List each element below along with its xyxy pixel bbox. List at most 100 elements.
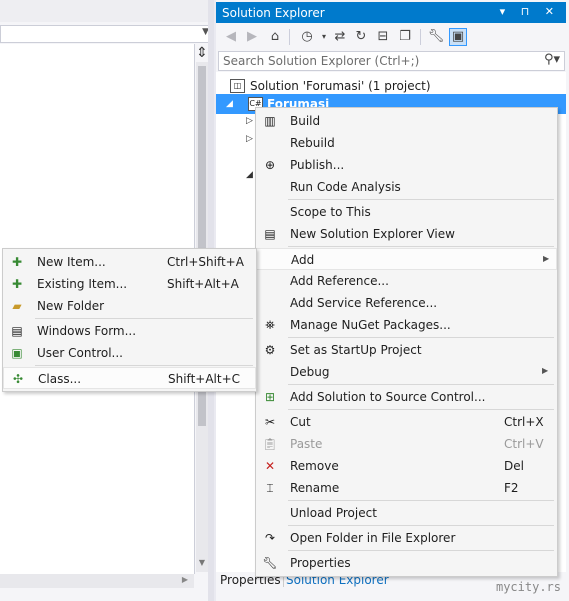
- forward-icon[interactable]: ▶: [243, 28, 261, 46]
- menu-item-shortcut: Shift+Alt+A: [167, 277, 239, 291]
- existing-item-icon: ✚: [11, 277, 23, 291]
- new-folder-icon: ▰: [12, 299, 22, 313]
- menu-item-label: Run Code Analysis: [290, 180, 401, 194]
- menu-item-rebuild[interactable]: Rebuild: [256, 132, 557, 154]
- refresh-icon[interactable]: ↻: [352, 28, 370, 46]
- scroll-down-icon[interactable]: ▼: [196, 558, 208, 570]
- menu-item-new-folder[interactable]: ▰ New Folder: [3, 295, 256, 317]
- menu-item-shortcut: Shift+Alt+C: [168, 372, 241, 386]
- menu-item-scope-to-this[interactable]: Scope to This: [256, 201, 557, 223]
- menu-item-manage-nuget[interactable]: ⛯ Manage NuGet Packages...: [256, 314, 557, 336]
- menu-item-label: Rebuild: [290, 136, 335, 150]
- menu-item-existing-item[interactable]: ✚ Existing Item... Shift+Alt+A: [3, 273, 256, 295]
- back-icon[interactable]: ◀: [222, 28, 240, 46]
- menu-item-label: Rename: [290, 481, 340, 495]
- menu-item-new-solution-explorer-view[interactable]: ▤ New Solution Explorer View: [256, 223, 557, 245]
- menu-item-label: Windows Form...: [37, 324, 137, 338]
- menu-item-label: Open Folder in File Explorer: [290, 531, 456, 545]
- menu-item-shortcut: Del: [504, 459, 524, 473]
- add-submenu: ✚ New Item... Ctrl+Shift+A ✚ Existing It…: [2, 248, 257, 392]
- menu-separator: [288, 550, 554, 551]
- nuget-icon: ⛯: [265, 318, 275, 332]
- user-control-icon: ▣: [11, 346, 23, 360]
- menu-item-label: Scope to This: [290, 205, 371, 219]
- new-view-icon: ▤: [264, 227, 276, 241]
- menu-item-label: Cut: [290, 415, 311, 429]
- menu-item-paste[interactable]: 📋︎ Paste Ctrl+V: [256, 433, 557, 455]
- menu-item-remove[interactable]: ✕ Remove Del: [256, 455, 557, 477]
- expand-icon[interactable]: ▷: [246, 134, 253, 144]
- menu-item-label: Add Service Reference...: [290, 296, 438, 310]
- collapse-all-icon[interactable]: ⊟: [374, 28, 392, 46]
- pending-changes-filter-icon[interactable]: ◷: [298, 28, 316, 46]
- editor-tab-strip: [0, 0, 214, 22]
- menu-item-add-reference[interactable]: Add Reference...: [256, 270, 557, 292]
- menu-item-add[interactable]: Add ▶: [256, 248, 557, 270]
- menu-item-class[interactable]: ✣ Class... Shift+Alt+C: [3, 367, 256, 389]
- search-icon[interactable]: ⚲▾: [544, 52, 560, 67]
- menu-separator: [288, 525, 554, 526]
- menu-item-label: New Folder: [37, 299, 105, 313]
- menu-separator: [288, 409, 554, 410]
- windows-form-icon: ▤: [11, 324, 23, 338]
- clipboard-icon: 📋︎: [262, 437, 278, 451]
- expand-icon[interactable]: ◢: [226, 99, 233, 109]
- window-buttons[interactable]: ▾ ⊓ ✕: [500, 5, 560, 18]
- menu-item-label: Add Reference...: [290, 274, 389, 288]
- menu-item-rename[interactable]: ⌶ Rename F2: [256, 477, 557, 499]
- menu-item-shortcut: Ctrl+X: [504, 415, 544, 429]
- menu-separator: [288, 246, 554, 247]
- menu-item-label: Debug: [290, 365, 330, 379]
- member-dropdown[interactable]: ▼: [0, 25, 214, 43]
- menu-item-user-control[interactable]: ▣ User Control...: [3, 342, 256, 364]
- split-window-icon[interactable]: ⇕: [196, 45, 208, 61]
- show-all-files-icon[interactable]: ❐: [396, 28, 414, 46]
- menu-item-label: Class...: [38, 372, 82, 386]
- menu-item-debug[interactable]: Debug ▶: [256, 361, 557, 383]
- menu-item-publish[interactable]: ⊕ Publish...: [256, 154, 557, 176]
- expand-icon[interactable]: ◢: [246, 170, 253, 180]
- home-icon[interactable]: ⌂: [266, 28, 284, 46]
- menu-item-cut[interactable]: ✂ Cut Ctrl+X: [256, 411, 557, 433]
- menu-item-new-item[interactable]: ✚ New Item... Ctrl+Shift+A: [3, 251, 256, 273]
- search-input[interactable]: Search Solution Explorer (Ctrl+;) ⚲▾: [218, 51, 565, 71]
- menu-item-add-to-source-control[interactable]: ⊞ Add Solution to Source Control...: [256, 386, 557, 408]
- wrench-icon: 🔧︎: [262, 556, 278, 570]
- menu-item-shortcut: F2: [504, 481, 519, 495]
- scroll-right-icon[interactable]: ▶: [182, 575, 188, 584]
- menu-separator: [35, 365, 253, 366]
- class-icon: ✣: [12, 372, 24, 386]
- refresh-arrow-icon: ↷: [264, 531, 276, 545]
- tree-item-solution[interactable]: ◫ Solution 'Forumasi' (1 project): [216, 76, 566, 96]
- sync-icon[interactable]: ⇄: [331, 28, 349, 46]
- wrench-icon[interactable]: 🔧︎: [427, 28, 445, 46]
- menu-separator: [288, 199, 554, 200]
- build-icon: ▥: [264, 114, 276, 128]
- menu-item-label: Publish...: [290, 158, 345, 172]
- menu-item-properties[interactable]: 🔧︎ Properties: [256, 552, 557, 574]
- new-item-icon: ✚: [11, 255, 23, 269]
- menu-item-label: Unload Project: [290, 506, 377, 520]
- menu-item-run-code-analysis[interactable]: Run Code Analysis: [256, 176, 557, 198]
- scissors-icon: ✂: [264, 415, 276, 429]
- menu-separator: [288, 337, 554, 338]
- menu-item-set-startup[interactable]: ⚙ Set as StartUp Project: [256, 339, 557, 361]
- menu-separator: [35, 318, 253, 319]
- menu-item-add-service-reference[interactable]: Add Service Reference...: [256, 292, 557, 314]
- menu-item-build[interactable]: ▥ Build: [256, 110, 557, 132]
- solution-explorer-titlebar[interactable]: Solution Explorer ▾ ⊓ ✕: [216, 2, 566, 23]
- menu-item-open-folder[interactable]: ↷ Open Folder in File Explorer: [256, 527, 557, 549]
- preview-icon[interactable]: ▣: [449, 28, 467, 46]
- horizontal-scrollbar[interactable]: ▶: [0, 574, 194, 588]
- expand-icon[interactable]: ▷: [246, 116, 253, 126]
- rename-icon: ⌶: [266, 481, 274, 495]
- menu-item-label: Add: [291, 253, 315, 267]
- source-control-icon: ⊞: [264, 390, 276, 404]
- watermark: mycity.rs: [495, 580, 561, 594]
- menu-separator: [288, 384, 554, 385]
- menu-item-label: New Item...: [37, 255, 106, 269]
- menu-item-windows-form[interactable]: ▤ Windows Form...: [3, 320, 256, 342]
- menu-item-unload-project[interactable]: Unload Project: [256, 502, 557, 524]
- menu-item-shortcut: Ctrl+Shift+A: [167, 255, 244, 269]
- menu-item-label: Set as StartUp Project: [290, 343, 422, 357]
